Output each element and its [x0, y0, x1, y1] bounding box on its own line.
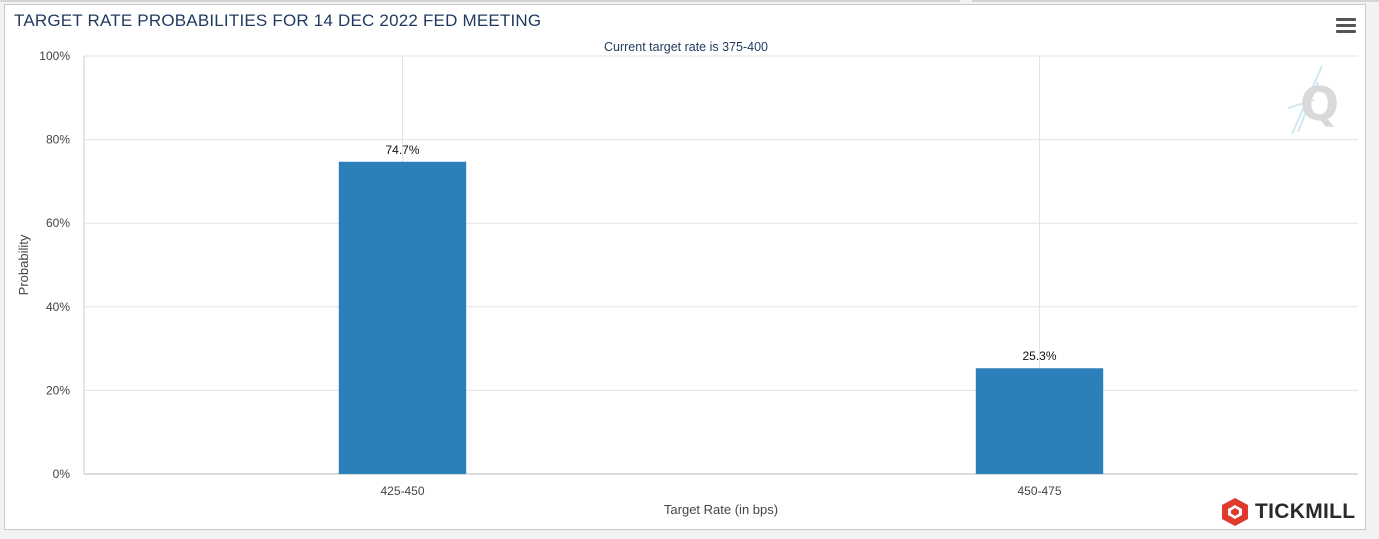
- y-tick-label: 0%: [53, 467, 71, 481]
- q-logo-icon: Q: [1288, 65, 1339, 135]
- y-axis-title: Probability: [16, 234, 31, 295]
- bar-450-475: [975, 368, 1104, 474]
- tickmill-logo-icon: [1222, 498, 1248, 526]
- x-tick-label: 425-450: [380, 484, 424, 498]
- y-tick-label: 40%: [46, 300, 70, 314]
- bar-chart: 0% 20% 40% 60% 80% 100% 74.7% 425-450 25.3% 450-4…: [16, 49, 1358, 517]
- svg-text:Q: Q: [1300, 77, 1339, 131]
- bar-425-450: [338, 161, 467, 474]
- y-tick-label: 20%: [46, 383, 70, 397]
- y-tick-label: 100%: [39, 49, 70, 63]
- x-axis-title: Target Rate (in bps): [664, 502, 778, 517]
- tickmill-logo: TICKMILL: [1221, 497, 1355, 527]
- bar-data-label: 74.7%: [385, 143, 419, 157]
- bar-data-label: 25.3%: [1022, 349, 1056, 363]
- tickmill-logo-text: TICKMILL: [1255, 500, 1356, 523]
- y-tick-label: 60%: [46, 216, 70, 230]
- y-tick-label: 80%: [46, 133, 70, 147]
- x-tick-label: 450-475: [1017, 484, 1061, 498]
